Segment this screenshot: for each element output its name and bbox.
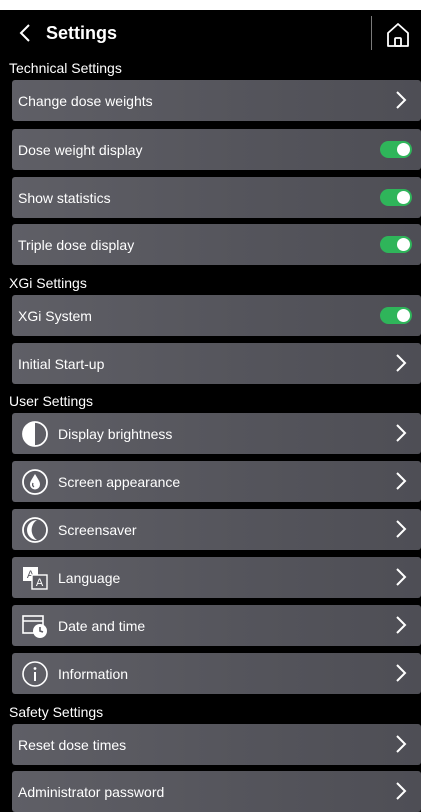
section-title-safety: Safety Settings [0, 701, 421, 723]
language-icon: A A [20, 563, 50, 593]
header-divider [371, 16, 372, 50]
row-label: Initial Start-up [18, 355, 105, 372]
row-label: Show statistics [18, 189, 111, 206]
row-date-and-time[interactable]: Date and time [12, 605, 421, 646]
row-label: Language [58, 569, 121, 586]
row-label: Information [58, 665, 129, 682]
chevron-right-icon [396, 735, 407, 753]
row-label: XGi System [18, 307, 92, 324]
chevron-right-icon [396, 782, 407, 800]
toggle-knob [397, 309, 410, 322]
row-label: Administrator password [18, 783, 165, 800]
section-title-technical: Technical Settings [0, 57, 421, 79]
toggle-knob [397, 191, 410, 204]
chevron-right-icon [396, 664, 407, 682]
row-administrator-password[interactable]: Administrator password [12, 771, 421, 812]
toggle-switch[interactable] [380, 236, 412, 253]
toggle-knob [397, 143, 410, 156]
row-label: Screen appearance [58, 473, 181, 490]
chevron-right-icon [396, 616, 407, 634]
row-triple-dose-display[interactable]: Triple dose display [12, 224, 421, 265]
chevron-right-icon [396, 568, 407, 586]
row-screen-appearance[interactable]: Screen appearance [12, 461, 421, 502]
chevron-right-icon [396, 424, 407, 442]
row-change-dose-weights[interactable]: Change dose weights [12, 80, 421, 121]
page-title: Settings [46, 22, 118, 43]
row-label: Dose weight display [18, 141, 143, 158]
calendar-clock-icon [20, 611, 50, 641]
row-label: Change dose weights [18, 92, 153, 109]
toggle-switch[interactable] [380, 189, 412, 206]
moon-icon [20, 515, 50, 545]
chevron-right-icon [396, 472, 407, 490]
status-strip [0, 0, 421, 10]
toggle-knob [397, 238, 410, 251]
drop-icon [20, 467, 50, 497]
section-title-user: User Settings [0, 390, 421, 412]
row-label: Display brightness [58, 425, 173, 442]
chevron-right-icon [396, 91, 407, 109]
toggle-switch[interactable] [380, 141, 412, 158]
row-reset-dose-times[interactable]: Reset dose times [12, 724, 421, 765]
toggle-switch[interactable] [380, 307, 412, 324]
row-screensaver[interactable]: Screensaver [12, 509, 421, 550]
row-display-brightness[interactable]: Display brightness [12, 413, 421, 454]
row-label: Reset dose times [18, 736, 127, 753]
section-title-xgi: XGi Settings [0, 272, 421, 294]
row-show-statistics[interactable]: Show statistics [12, 177, 421, 218]
row-xgi-system[interactable]: XGi System [12, 295, 421, 336]
svg-text:A: A [36, 577, 44, 589]
home-icon [387, 23, 409, 47]
chevron-right-icon [396, 354, 407, 372]
info-icon [20, 659, 50, 689]
chevron-left-icon [19, 24, 30, 42]
back-button[interactable] [8, 10, 42, 56]
row-label: Date and time [58, 617, 146, 634]
row-label: Triple dose display [18, 236, 135, 253]
header-bar: Settings [0, 10, 421, 56]
row-information[interactable]: Information [12, 653, 421, 694]
row-initial-start-up[interactable]: Initial Start-up [12, 343, 421, 384]
row-language[interactable]: A A Language [12, 557, 421, 598]
home-button[interactable] [383, 20, 413, 50]
brightness-icon [20, 419, 50, 449]
chevron-right-icon [396, 520, 407, 538]
row-label: Screensaver [58, 521, 137, 538]
row-dose-weight-display[interactable]: Dose weight display [12, 129, 421, 170]
